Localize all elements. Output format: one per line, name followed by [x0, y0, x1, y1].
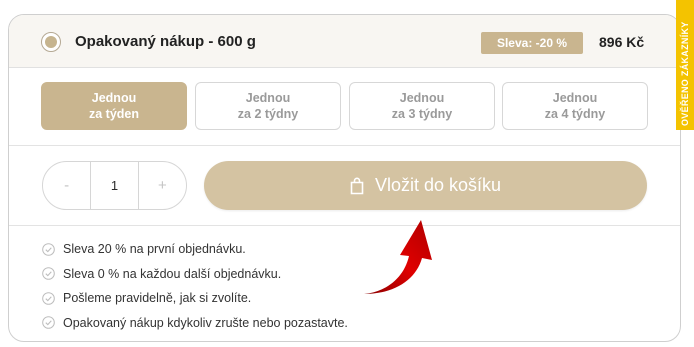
benefit-item: Sleva 20 % na první objednávku.	[42, 237, 348, 262]
decrease-button[interactable]: -	[43, 162, 90, 209]
frequency-line1: Jednou	[399, 91, 445, 105]
check-circle-icon	[42, 267, 55, 281]
benefit-item: Sleva 0 % na každou další objednávku.	[42, 262, 348, 287]
verified-reviews-tab[interactable]: OVĚŘENO ZÁKAZNÍKY	[676, 0, 694, 130]
frequency-option-1-week[interactable]: Jednou za týden	[41, 82, 187, 130]
frequency-line1: Jednou	[245, 91, 291, 105]
add-to-cart-label: Vložit do košíku	[374, 175, 502, 195]
frequency-line1: Jednou	[91, 91, 137, 105]
divider	[9, 145, 680, 146]
subscription-radio[interactable]	[41, 32, 61, 52]
price: 896 Kč	[599, 34, 645, 50]
frequency-option-4-weeks[interactable]: Jednou za 4 týdny	[502, 82, 648, 130]
radio-dot	[45, 36, 57, 48]
check-circle-icon	[42, 316, 55, 330]
discount-badge: Sleva: -20 %	[481, 32, 583, 54]
frequency-line2: za 2 týdny	[237, 107, 299, 121]
pointer-arrow-icon	[364, 220, 432, 294]
benefits-list: Sleva 20 % na první objednávku. Sleva 0 …	[42, 237, 348, 335]
frequency-line2: za týden	[88, 107, 139, 121]
check-circle-icon	[42, 291, 55, 305]
increase-button[interactable]: +	[139, 162, 186, 209]
frequency-line2: za 4 týdny	[544, 107, 606, 121]
benefit-text: Opakovaný nákup kdykoliv zrušte nebo poz…	[63, 315, 348, 330]
benefit-item: Opakovaný nákup kdykoliv zrušte nebo poz…	[42, 311, 348, 336]
check-circle-icon	[42, 242, 55, 256]
subscription-card: Opakovaný nákup - 600 g Sleva: -20 % 896…	[8, 14, 681, 342]
benefit-text: Sleva 20 % na první objednávku.	[63, 242, 246, 257]
quantity-input[interactable]: 1	[90, 162, 139, 209]
benefit-text: Sleva 0 % na každou další objednávku.	[63, 266, 282, 281]
divider	[9, 225, 680, 226]
frequency-option-2-weeks[interactable]: Jednou za 2 týdny	[195, 82, 341, 130]
frequency-line1: Jednou	[552, 91, 598, 105]
frequency-line2: za 3 týdny	[391, 107, 453, 121]
benefit-item: Pošleme pravidelně, jak si zvolíte.	[42, 286, 348, 311]
verified-reviews-label: OVĚŘENO ZÁKAZNÍKY	[680, 21, 690, 126]
frequency-option-3-weeks[interactable]: Jednou za 3 týdny	[349, 82, 495, 130]
subscription-header[interactable]: Opakovaný nákup - 600 g Sleva: -20 % 896…	[9, 15, 680, 68]
quantity-stepper: - 1 +	[42, 161, 187, 210]
benefit-text: Pošleme pravidelně, jak si zvolíte.	[63, 291, 252, 306]
shopping-bag-icon	[350, 177, 364, 194]
add-to-cart-button[interactable]: Vložit do košíku	[204, 161, 647, 210]
subscription-title: Opakovaný nákup - 600 g	[75, 33, 256, 50]
